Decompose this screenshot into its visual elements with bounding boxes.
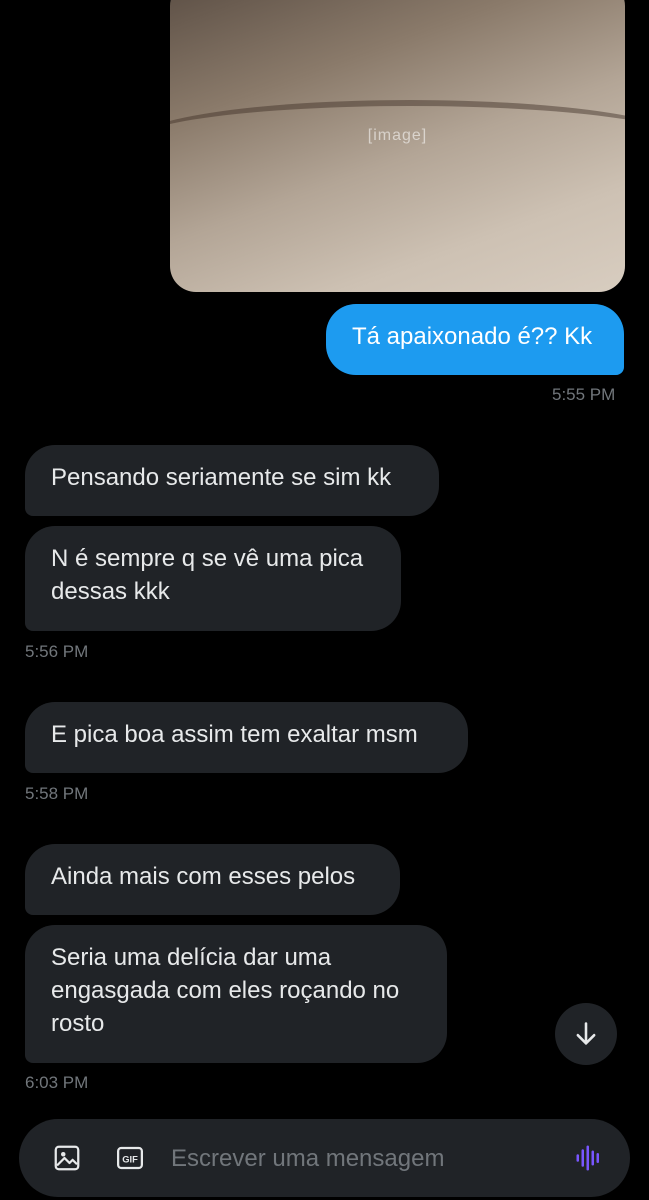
received-message-bubble[interactable]: Pensando seriamente se sim kk xyxy=(25,445,439,516)
gif-icon: GIF xyxy=(117,1146,143,1170)
message-input[interactable] xyxy=(169,1137,563,1181)
image-icon xyxy=(54,1145,80,1171)
message-timestamp: 5:58 PM xyxy=(25,784,89,803)
received-message-bubble[interactable]: N é sempre q se vê uma pica dessas kkk xyxy=(25,526,401,631)
image-placeholder-label: [image] xyxy=(367,127,428,144)
message-timestamp: 6:03 PM xyxy=(25,1073,89,1092)
gif-label: GIF xyxy=(122,1154,138,1164)
sent-message-bubble[interactable]: Tá apaixonado é?? Kk xyxy=(326,304,624,375)
add-photo-button[interactable] xyxy=(49,1140,85,1176)
message-timestamp: 5:55 PM xyxy=(552,385,616,404)
add-gif-button[interactable]: GIF xyxy=(112,1140,148,1176)
received-message-bubble[interactable]: Ainda mais com esses pelos xyxy=(25,844,400,915)
voice-message-button[interactable] xyxy=(571,1140,607,1176)
received-message-bubble[interactable]: Seria uma delícia dar uma engasgada com … xyxy=(25,925,447,1063)
arrow-down-icon xyxy=(576,1022,596,1045)
voice-waveform-icon xyxy=(576,1145,599,1171)
scroll-to-bottom-button[interactable] xyxy=(555,1003,617,1065)
message-timestamp: 5:56 PM xyxy=(25,642,89,661)
received-message-bubble[interactable]: E pica boa assim tem exaltar msm xyxy=(25,702,468,773)
image-message[interactable]: [image] xyxy=(170,0,625,292)
message-composer: GIF xyxy=(19,1119,630,1197)
